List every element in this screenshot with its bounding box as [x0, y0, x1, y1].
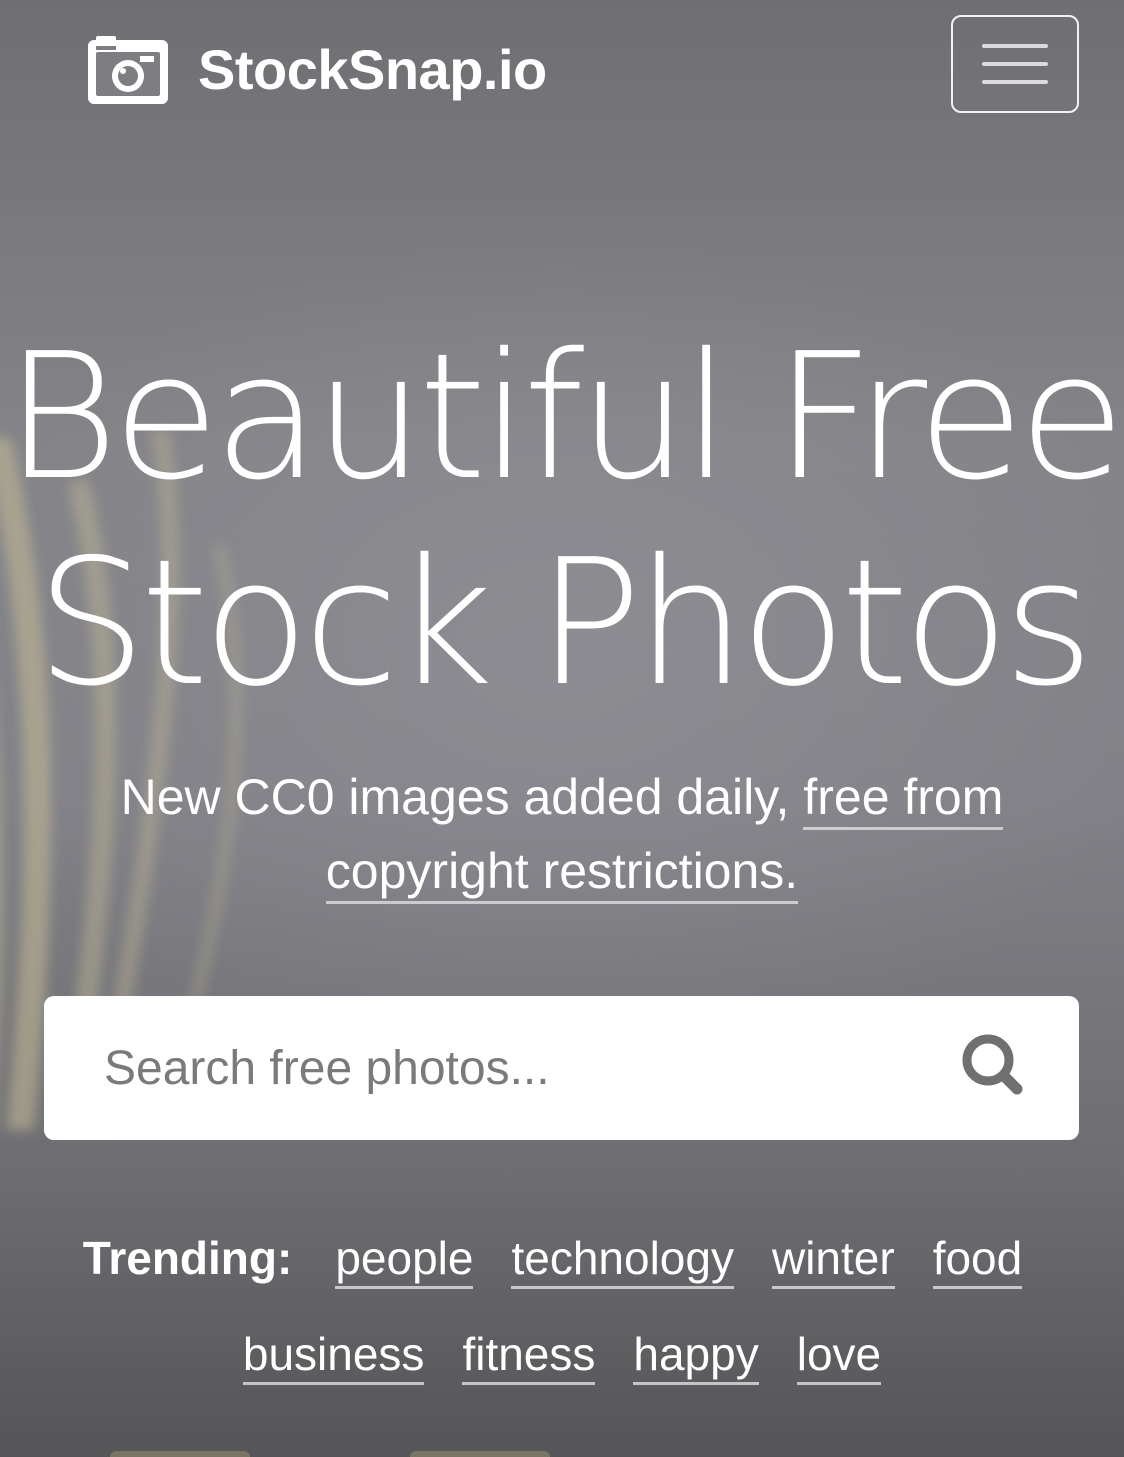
brand-link[interactable]: StockSnap.io [88, 36, 547, 104]
camera-icon [88, 36, 168, 104]
menu-toggle-button[interactable] [951, 15, 1079, 113]
hamburger-menu-icon-bar [982, 62, 1048, 66]
search-icon [962, 1034, 1023, 1095]
hamburger-menu-icon [982, 44, 1048, 48]
hero-section: StockSnap.io Beautiful Free Stock Photos… [0, 0, 1124, 1457]
headline-line-2: Stock Photos [36, 522, 1094, 725]
headline-line-1: Beautiful Free [4, 316, 1124, 519]
search-button[interactable] [957, 1028, 1037, 1108]
background-decor [100, 1443, 600, 1457]
search-form [44, 996, 1079, 1140]
trending-tags: Trending: people technology winter food busin… [40, 1210, 1084, 1402]
trending-label: Trending: [82, 1232, 293, 1284]
trending-tag-fitness[interactable]: fitness [462, 1328, 596, 1385]
trending-tag-happy[interactable]: happy [633, 1328, 759, 1385]
trending-tag-love[interactable]: love [796, 1328, 882, 1385]
trending-tag-food[interactable]: food [932, 1232, 1023, 1289]
hero-headline: Beautiful Free Stock Photos [0, 315, 1124, 727]
hamburger-menu-icon-bar [982, 80, 1048, 84]
trending-tag-winter[interactable]: winter [771, 1232, 895, 1289]
search-input[interactable] [104, 996, 924, 1140]
trending-tag-business[interactable]: business [242, 1328, 425, 1385]
trending-tag-technology[interactable]: technology [511, 1232, 734, 1289]
site-header: StockSnap.io [0, 0, 1124, 140]
hero-subtitle: New CC0 images added daily, free from co… [60, 760, 1064, 908]
trending-tag-people[interactable]: people [335, 1232, 474, 1289]
subtitle-text: New CC0 images added daily, [120, 769, 804, 825]
brand-name: StockSnap.io [198, 38, 547, 101]
